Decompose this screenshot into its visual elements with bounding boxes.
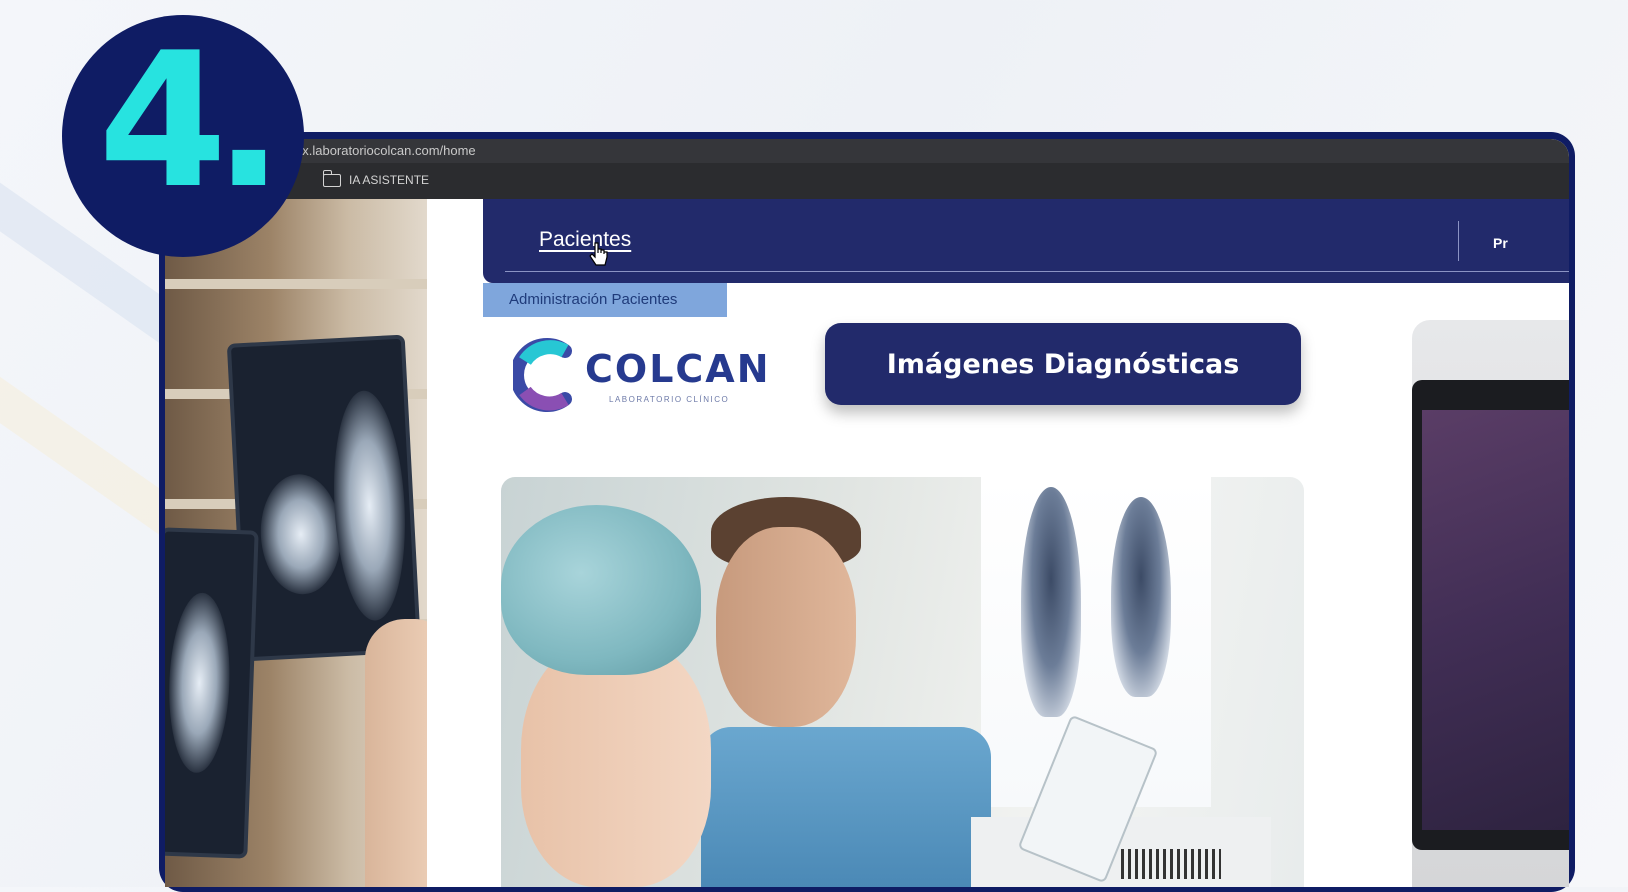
colcan-c-logo-icon (513, 338, 572, 412)
folder-icon (322, 169, 341, 187)
doctors-reviewing-xray-image (501, 477, 1304, 887)
bookmark-folder-label: IA ASISTENTE (349, 173, 430, 187)
web-page: Pacientes Pr Administración Pacientes CO… (165, 199, 1569, 887)
brand-tagline: LABORATORIO CLÍNICO (609, 395, 730, 404)
submenu-administracion-pacientes[interactable]: Administración Pacientes (483, 283, 727, 317)
brand-name: COLCAN (585, 347, 771, 391)
imagenes-diagnosticas-button[interactable]: Imágenes Diagnósticas (825, 323, 1301, 405)
xray-hands-image (165, 199, 427, 887)
colcan-logo[interactable]: COLCAN LABORATORIO CLÍNICO (513, 335, 781, 415)
monitor-image (1412, 320, 1569, 887)
submenu-item-label: Administración Pacientes (509, 291, 678, 308)
address-bar[interactable]: dx.laboratoriocolcan.com/home (165, 139, 1569, 163)
bookmark-folder-ia-asistente[interactable]: IA ASISTENTE (322, 169, 430, 187)
browser-screenshot: dx.laboratoriocolcan.com/home al IA ASIS… (165, 139, 1569, 887)
url-text: dx.laboratoriocolcan.com/home (295, 143, 476, 158)
nav-separator (1458, 221, 1459, 261)
bookmarks-bar: al IA ASISTENTE (165, 163, 1569, 200)
nav-link-pacientes[interactable]: Pacientes (539, 228, 631, 252)
step-number: 4. (98, 12, 284, 229)
hand-pointer-icon (589, 242, 608, 266)
top-navbar: Pacientes Pr (483, 199, 1569, 283)
nav-link-partial[interactable]: Pr (1493, 235, 1508, 251)
nav-divider (505, 271, 1569, 272)
